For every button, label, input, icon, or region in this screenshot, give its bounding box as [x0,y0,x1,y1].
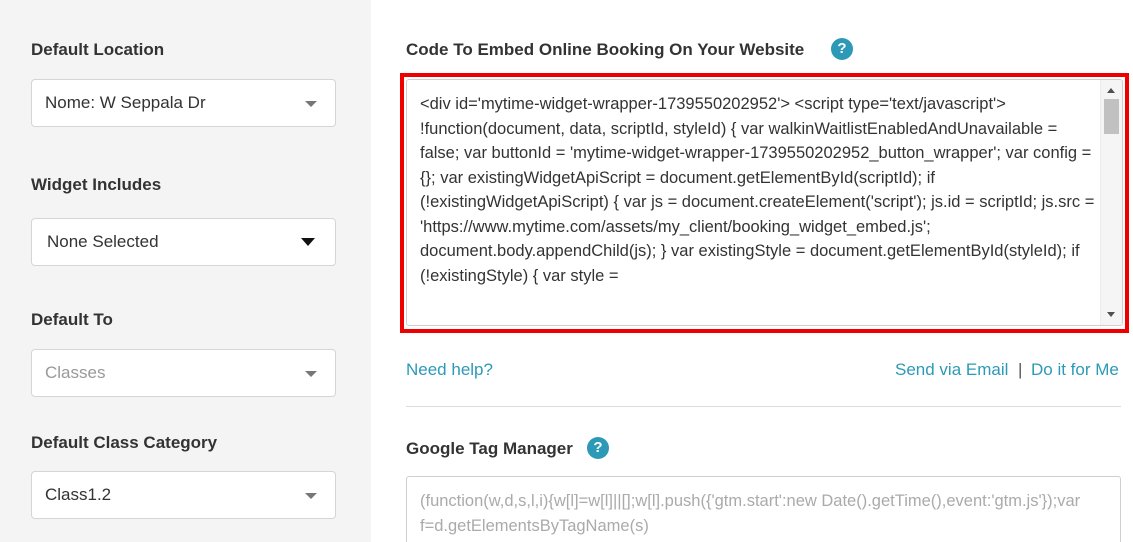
widget-includes-select[interactable]: None Selected [31,218,336,266]
gtm-code-placeholder: (function(w,d,s,l,i){w[l]=w[l]||[];w[l].… [420,492,1081,535]
default-to-label: Default To [31,310,113,329]
default-location-select[interactable]: Nome: W Seppala Dr [31,79,336,127]
send-via-email-link[interactable]: Send via Email [895,360,1008,380]
gtm-title: Google Tag Manager [406,439,573,458]
need-help-link[interactable]: Need help? [406,360,493,380]
link-separator: | [1018,360,1023,379]
widget-settings-panel: Default Location Nome: W Seppala Dr Widg… [0,0,371,542]
scroll-down-arrow-icon[interactable] [1107,312,1115,317]
default-location-value: Nome: W Seppala Dr [45,93,206,112]
embed-code-title: Code To Embed Online Booking On Your Web… [406,40,805,59]
embed-code-text: <div id='mytime-widget-wrapper-173955020… [420,95,1095,285]
section-divider [406,406,1121,407]
default-class-category-value: Class1.2 [45,485,112,504]
chevron-down-icon [305,493,317,499]
gtm-code-textarea[interactable]: (function(w,d,s,l,i){w[l]=w[l]||[];w[l].… [406,476,1121,542]
widget-includes-value: None Selected [47,232,159,251]
embed-code-textarea[interactable]: <div id='mytime-widget-wrapper-173955020… [406,79,1123,326]
scrollbar-thumb[interactable] [1104,99,1119,134]
default-class-category-label: Default Class Category [31,433,218,452]
scroll-up-arrow-icon[interactable] [1107,88,1115,93]
embed-code-scrollbar[interactable] [1100,80,1122,325]
chevron-down-icon [301,238,315,246]
do-it-for-me-link[interactable]: Do it for Me [1031,360,1119,380]
chevron-down-icon [305,371,317,377]
default-class-category-select[interactable]: Class1.2 [31,471,336,519]
help-icon[interactable]: ? [831,38,853,60]
widget-includes-label: Widget Includes [31,175,162,194]
default-to-placeholder: Classes [45,363,106,382]
help-icon[interactable]: ? [587,437,609,459]
default-location-label: Default Location [31,40,165,59]
default-to-select[interactable]: Classes [31,349,336,397]
chevron-down-icon [305,101,317,107]
